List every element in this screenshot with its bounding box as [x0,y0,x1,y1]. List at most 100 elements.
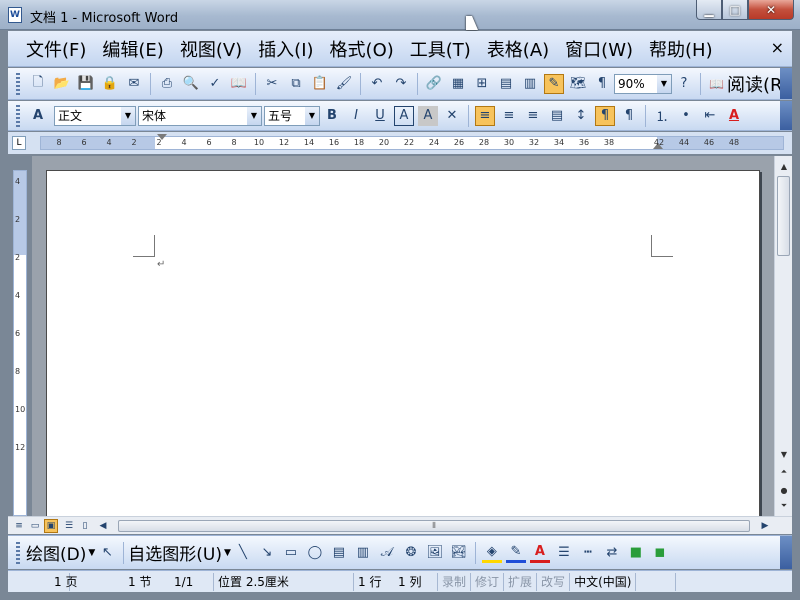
research-icon[interactable]: 📖 [229,74,249,94]
styles-formatting-icon[interactable]: A [28,106,48,126]
spelling-icon[interactable]: ✓ [205,74,225,94]
char-border-icon[interactable]: A [394,105,414,126]
toolbar-grip[interactable] [16,72,20,95]
minimize-button[interactable]: ▁ [696,0,722,20]
char-shading-icon[interactable]: A [418,105,438,126]
vertical-text-box-icon[interactable]: ▥ [353,543,373,563]
toolbar-grip[interactable] [16,104,20,127]
hyperlink-icon[interactable]: 🔗 [424,74,444,94]
tables-borders-icon[interactable]: ▦ [448,74,468,94]
save-icon[interactable]: 💾 [76,74,96,94]
status-record[interactable]: 录制 [438,572,472,591]
close-document-button[interactable]: × [771,38,784,57]
status-track-changes[interactable]: 修订 [471,572,505,591]
menu-insert[interactable]: 插入(I) [250,36,321,62]
line-spacing-icon[interactable]: ↕ [571,106,591,126]
align-center-icon[interactable]: ≡ [499,106,519,126]
horizontal-scroll-thumb[interactable]: ⦀ [118,520,750,532]
toolbar-options-button[interactable] [780,101,792,130]
menu-format[interactable]: 格式(O) [322,36,402,62]
browse-object-icon[interactable]: ● [776,482,792,498]
print-preview-icon[interactable]: 🔍 [181,74,201,94]
title-bar[interactable]: W 文档 1 - Microsoft Word ▁ □ ✕ [0,0,800,30]
align-right-icon[interactable]: ≡ [523,106,543,126]
toolbar-options-button[interactable] [780,68,792,99]
dash-style-icon[interactable]: ┅ [578,543,598,563]
draw-font-color-icon[interactable]: A [529,543,550,563]
scroll-up-icon[interactable]: ▲ [776,158,792,174]
tab-selector-icon[interactable]: L [12,136,26,150]
close-window-button[interactable]: ✕ [748,0,794,20]
vertical-ruler[interactable]: 4 2 2 4 6 8 10 12 [13,170,27,516]
ltr-text-icon[interactable]: ¶ [595,105,615,126]
menu-edit[interactable]: 编辑(E) [94,36,171,62]
line-icon[interactable]: ╲ [233,543,253,563]
undo-icon[interactable]: ↶ [367,74,387,94]
horizontal-ruler[interactable]: 8 6 4 2 2 4 6 8 10 12 14 16 18 20 22 24 26 28 30 32 34 36 38 42… [40,134,784,150]
chevron-down-icon[interactable]: ▼ [121,106,135,125]
status-overtype[interactable]: 改写 [537,572,571,591]
draw-menu-button[interactable]: 绘图(D) ▼ [26,540,95,565]
status-language[interactable]: 中文(中国) [570,572,637,591]
document-map-icon[interactable]: 🗺 [568,74,588,94]
numbering-icon[interactable]: ⒈ [652,106,672,126]
clip-art-icon[interactable]: 🖼 [425,543,445,563]
insert-table-icon[interactable]: ⊞ [472,74,492,94]
open-folder-icon[interactable]: 📂 [52,74,72,94]
font-size-select[interactable]: 五号 ▼ [264,105,320,126]
format-painter-icon[interactable]: 🖌 [334,74,354,94]
align-justify-icon[interactable]: ≡ [475,105,495,126]
chevron-down-icon[interactable]: ▼ [657,74,671,93]
picture-icon[interactable]: 🏞 [449,543,469,563]
italic-icon[interactable]: I [346,106,366,126]
menu-help[interactable]: 帮助(H) [641,36,721,62]
wordart-icon[interactable]: 𝒜 [377,543,397,563]
menu-window[interactable]: 窗口(W) [557,36,641,62]
fill-color-icon[interactable]: ◈ [481,543,502,563]
columns-icon[interactable]: ▥ [520,74,540,94]
vertical-scroll-thumb[interactable] [777,176,790,256]
show-hide-icon[interactable]: ¶ [592,74,612,94]
print-icon[interactable]: ⎙ [157,74,177,94]
cut-icon[interactable]: ✂ [262,74,282,94]
email-icon[interactable]: ✉ [124,74,144,94]
select-objects-icon[interactable]: ↖ [97,543,117,563]
toolbar-options-button[interactable] [780,536,792,569]
line-style-icon[interactable]: ☰ [554,543,574,563]
scroll-right-icon[interactable]: ▶ [758,519,772,533]
next-page-icon[interactable]: ⏷ [776,498,792,514]
chevron-down-icon[interactable]: ▼ [247,106,261,125]
menu-table[interactable]: 表格(A) [479,36,557,62]
shadow-style-icon[interactable]: ■ [626,543,646,563]
menu-file[interactable]: 文件(F) [18,36,94,62]
3d-style-icon[interactable]: ◼ [650,543,670,563]
maximize-button[interactable]: □ [722,0,748,20]
arrow-style-icon[interactable]: ⇄ [602,543,622,563]
menu-tools[interactable]: 工具(T) [402,36,479,62]
text-box-icon[interactable]: ▤ [329,543,349,563]
normal-view-icon[interactable]: ≡ [12,519,26,533]
style-select[interactable]: 正文 ▼ [54,105,136,126]
font-select[interactable]: 宋体 ▼ [138,105,262,126]
document-page[interactable]: ↵ [46,170,760,516]
zoom-select[interactable]: 90% ▼ [614,73,672,94]
font-color-icon[interactable]: A [724,106,744,126]
distributed-align-icon[interactable]: ▤ [547,106,567,126]
read-button[interactable]: 📖 阅读(R) [709,71,790,97]
scroll-left-icon[interactable]: ◀ [96,519,110,533]
arrow-icon[interactable]: ↘ [257,543,277,563]
toolbar-grip[interactable] [16,541,20,564]
status-spelling-icon[interactable] [636,572,677,591]
menu-view[interactable]: 视图(V) [172,36,250,62]
scroll-down-icon[interactable]: ▼ [776,446,792,462]
redo-icon[interactable]: ↷ [391,74,411,94]
underline-icon[interactable]: U [370,106,390,126]
document-area[interactable]: ↵ [32,156,774,516]
bold-icon[interactable]: B [322,106,342,126]
insert-excel-icon[interactable]: ▤ [496,74,516,94]
char-scale-icon[interactable]: ✕ [442,106,462,126]
rtl-text-icon[interactable]: ¶ [619,106,639,126]
help-icon[interactable]: ? [674,74,694,94]
diagram-icon[interactable]: ❂ [401,543,421,563]
chevron-down-icon[interactable]: ▼ [305,106,319,125]
